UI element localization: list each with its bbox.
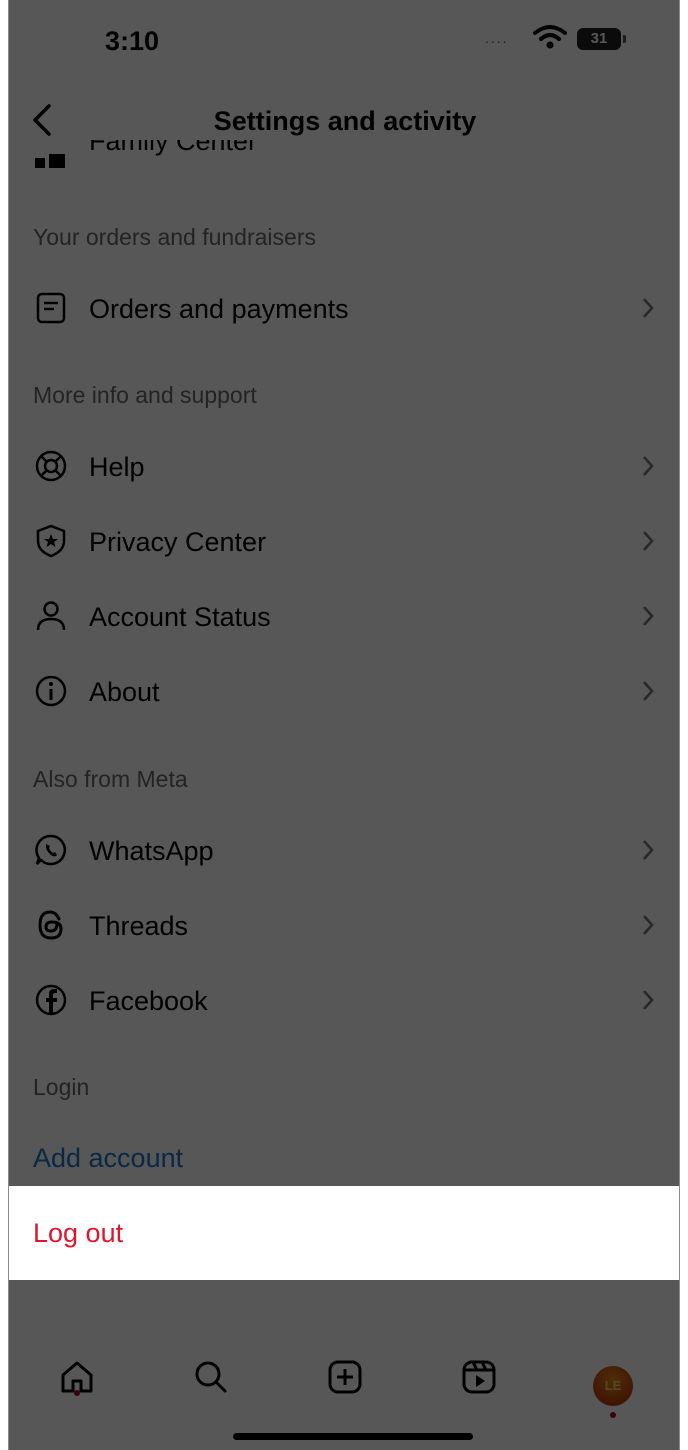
chevron-right-icon xyxy=(643,840,654,860)
info-icon xyxy=(35,675,67,707)
list-item-label: Help xyxy=(89,452,145,482)
whatsapp-icon xyxy=(35,834,67,866)
status-bar: 3:10 .... 31 xyxy=(9,0,679,90)
chevron-right-icon xyxy=(643,681,654,701)
reels-icon[interactable] xyxy=(457,1355,501,1399)
list-item-facebook[interactable]: Facebook xyxy=(9,968,679,1032)
profile-notification-dot xyxy=(610,1412,616,1418)
list-item-privacy-center[interactable]: Privacy Center xyxy=(9,509,679,573)
lifebuoy-icon xyxy=(35,450,67,482)
threads-icon xyxy=(38,910,63,940)
list-item-whatsapp[interactable]: WhatsApp xyxy=(9,818,679,882)
list-item-orders-payments[interactable]: Orders and payments xyxy=(9,276,679,340)
search-icon[interactable] xyxy=(189,1355,233,1399)
facebook-icon xyxy=(35,984,67,1016)
cellular-signal-icon: .... xyxy=(485,30,509,46)
list-item-account-status[interactable]: Account Status xyxy=(9,584,679,648)
list-item-label: About xyxy=(89,677,160,707)
chevron-right-icon xyxy=(643,990,654,1010)
add-account-link[interactable]: Add account xyxy=(33,1143,183,1174)
app-screen: 3:10 .... 31 Settings and activity Famil… xyxy=(8,0,680,1450)
create-icon[interactable] xyxy=(323,1355,367,1399)
status-time: 3:10 xyxy=(105,26,160,56)
person-icon xyxy=(36,601,66,631)
list-item-help[interactable]: Help xyxy=(9,434,679,498)
list-item-threads[interactable]: Threads xyxy=(9,893,679,957)
list-item-label: Privacy Center xyxy=(89,527,267,557)
section-title-login: Login xyxy=(33,1074,90,1100)
home-notification-dot xyxy=(74,1390,80,1396)
profile-avatar[interactable]: LE xyxy=(593,1366,633,1406)
logout-button[interactable]: Log out xyxy=(33,1218,123,1249)
chevron-right-icon xyxy=(643,606,654,626)
section-title-support: More info and support xyxy=(33,382,257,408)
page-title: Settings and activity xyxy=(213,106,477,136)
home-indicator xyxy=(233,1433,473,1440)
logout-sheet: Log out xyxy=(9,1186,679,1280)
bottom-tab-bar xyxy=(9,1335,679,1415)
receipt-icon xyxy=(36,292,66,324)
list-item-label: WhatsApp xyxy=(89,836,214,866)
list-item-label: Family Center xyxy=(89,140,258,156)
list-item-label: Facebook xyxy=(89,986,208,1016)
list-item-about[interactable]: About xyxy=(9,659,679,723)
wifi-icon xyxy=(533,25,567,49)
shield-star-icon xyxy=(36,524,66,558)
family-icon xyxy=(35,154,65,168)
chevron-right-icon xyxy=(643,456,654,476)
battery-icon: 31 xyxy=(577,28,626,50)
section-title-meta: Also from Meta xyxy=(33,766,188,792)
list-item-family-center[interactable]: Family Center xyxy=(9,140,679,170)
chevron-right-icon xyxy=(643,531,654,551)
chevron-right-icon xyxy=(643,915,654,935)
section-title-orders: Your orders and fundraisers xyxy=(33,224,316,250)
list-item-label: Threads xyxy=(89,911,189,941)
chevron-right-icon xyxy=(643,298,654,318)
list-item-label: Orders and payments xyxy=(89,294,349,324)
list-item-label: Account Status xyxy=(89,602,271,632)
